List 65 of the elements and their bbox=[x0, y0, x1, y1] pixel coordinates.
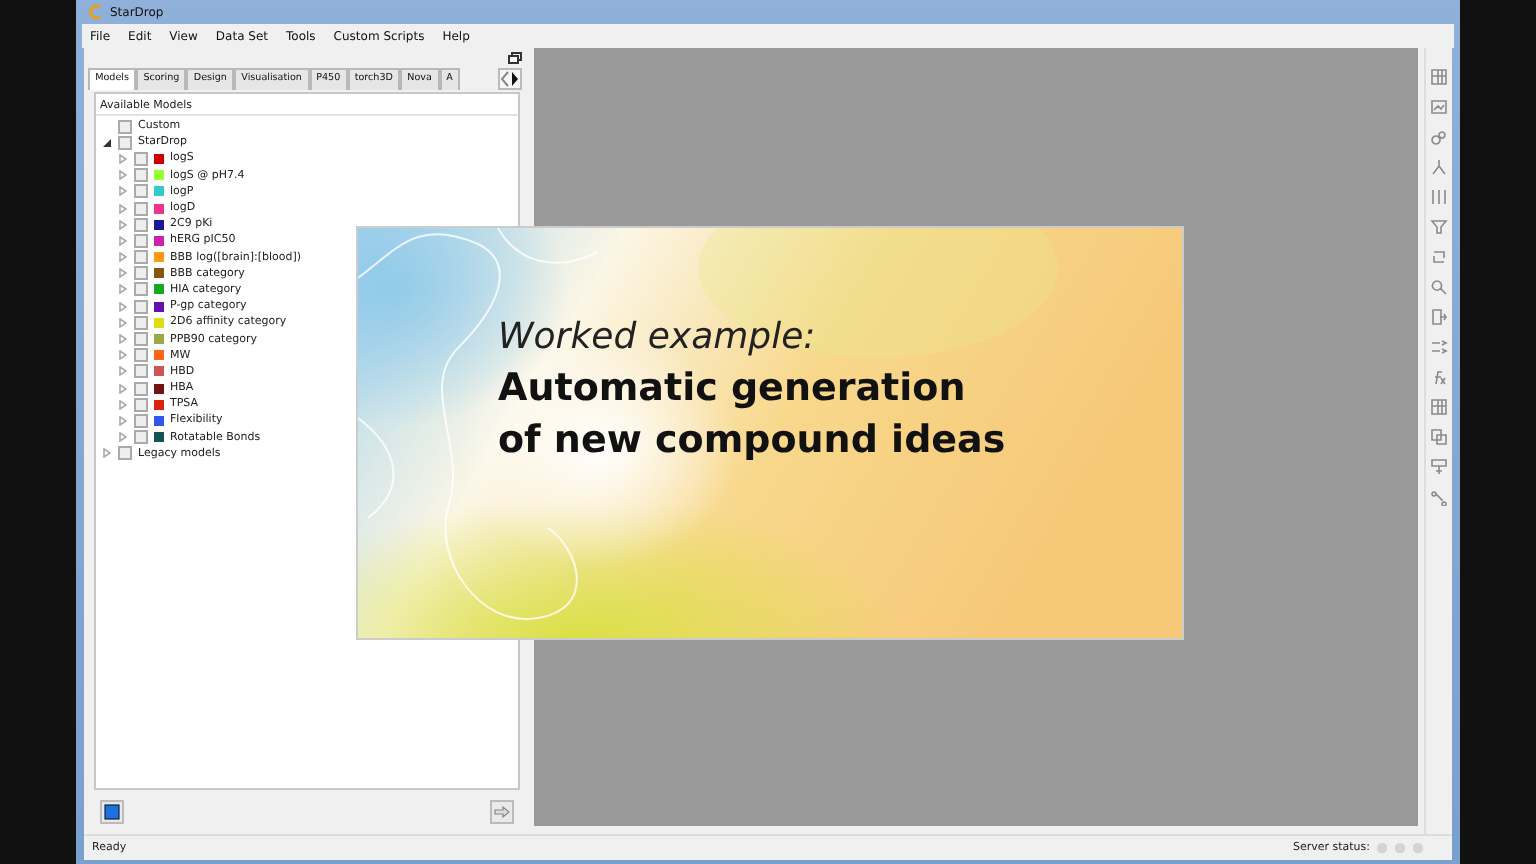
filter-icon[interactable] bbox=[1430, 218, 1448, 236]
image-icon[interactable] bbox=[1430, 98, 1448, 116]
expand-arrow-icon[interactable] bbox=[118, 334, 128, 345]
expand-arrow-icon[interactable] bbox=[118, 268, 128, 279]
expand-arrow-icon[interactable] bbox=[118, 219, 128, 230]
checkbox[interactable] bbox=[118, 119, 132, 134]
expand-arrow-icon[interactable] bbox=[118, 366, 128, 377]
export-icon[interactable] bbox=[1430, 308, 1448, 326]
checkbox[interactable] bbox=[134, 266, 148, 281]
expand-arrow-icon[interactable] bbox=[118, 399, 128, 410]
tree-icon[interactable] bbox=[1430, 158, 1448, 176]
expand-arrow-icon[interactable] bbox=[118, 317, 128, 328]
checkbox[interactable] bbox=[134, 348, 148, 363]
checkbox[interactable] bbox=[134, 250, 148, 265]
function-icon[interactable] bbox=[1430, 368, 1448, 386]
checkbox[interactable] bbox=[118, 446, 132, 461]
expand-arrow-icon[interactable] bbox=[102, 448, 112, 459]
checkbox[interactable] bbox=[134, 201, 148, 216]
slide-subtitle: Worked example: bbox=[498, 316, 816, 358]
expand-arrow-icon[interactable] bbox=[118, 186, 128, 197]
connect-icon[interactable] bbox=[1430, 488, 1448, 506]
expand-arrow-icon[interactable] bbox=[118, 350, 128, 361]
square-icon bbox=[104, 804, 120, 820]
scroll-right-icon[interactable] bbox=[510, 70, 520, 88]
checkbox[interactable] bbox=[118, 135, 132, 150]
circles-icon[interactable] bbox=[1430, 128, 1448, 146]
copy-icon[interactable] bbox=[1430, 428, 1448, 446]
checkbox[interactable] bbox=[134, 151, 148, 166]
status-lights-icon bbox=[1376, 842, 1428, 854]
checkbox[interactable] bbox=[134, 217, 148, 232]
expand-arrow-icon[interactable] bbox=[118, 432, 128, 443]
checkbox[interactable] bbox=[134, 364, 148, 379]
checkbox[interactable] bbox=[134, 168, 148, 183]
checkbox[interactable] bbox=[134, 315, 148, 330]
checkbox[interactable] bbox=[134, 299, 148, 314]
slide-title: of new compound ideas bbox=[498, 416, 1006, 466]
expand-arrow-icon[interactable] bbox=[118, 235, 128, 246]
grid-icon[interactable] bbox=[1430, 68, 1448, 86]
restore-icon[interactable] bbox=[508, 52, 522, 64]
app-logo-icon bbox=[88, 4, 104, 20]
expand-arrow-icon[interactable] bbox=[118, 301, 128, 312]
add-model-button[interactable] bbox=[100, 800, 124, 824]
checkbox[interactable] bbox=[134, 233, 148, 248]
checkbox[interactable] bbox=[134, 397, 148, 412]
checkbox[interactable] bbox=[134, 282, 148, 297]
expand-arrow-icon[interactable] bbox=[118, 284, 128, 295]
slide-title: Automatic generation bbox=[498, 364, 966, 414]
checkbox[interactable] bbox=[134, 430, 148, 445]
expand-arrow-icon[interactable] bbox=[118, 203, 128, 214]
checkbox[interactable] bbox=[134, 332, 148, 347]
zoom-icon[interactable] bbox=[1430, 278, 1448, 296]
checkbox[interactable] bbox=[134, 413, 148, 428]
expand-arrow-icon[interactable] bbox=[118, 153, 128, 164]
expand-arrow-icon[interactable] bbox=[118, 415, 128, 426]
table-icon[interactable] bbox=[1430, 398, 1448, 416]
columns-icon[interactable] bbox=[1430, 188, 1448, 206]
expand-arrow-icon[interactable] bbox=[118, 383, 128, 394]
expand-arrow-icon[interactable] bbox=[118, 170, 128, 181]
expand-arrow-icon[interactable] bbox=[118, 252, 128, 263]
checkbox[interactable] bbox=[134, 184, 148, 199]
collapse-arrow-icon[interactable] bbox=[102, 137, 112, 148]
forward-button[interactable] bbox=[490, 800, 514, 824]
compare-icon[interactable] bbox=[1430, 338, 1448, 356]
right-arrow-icon bbox=[494, 806, 510, 818]
checkbox[interactable] bbox=[134, 381, 148, 396]
